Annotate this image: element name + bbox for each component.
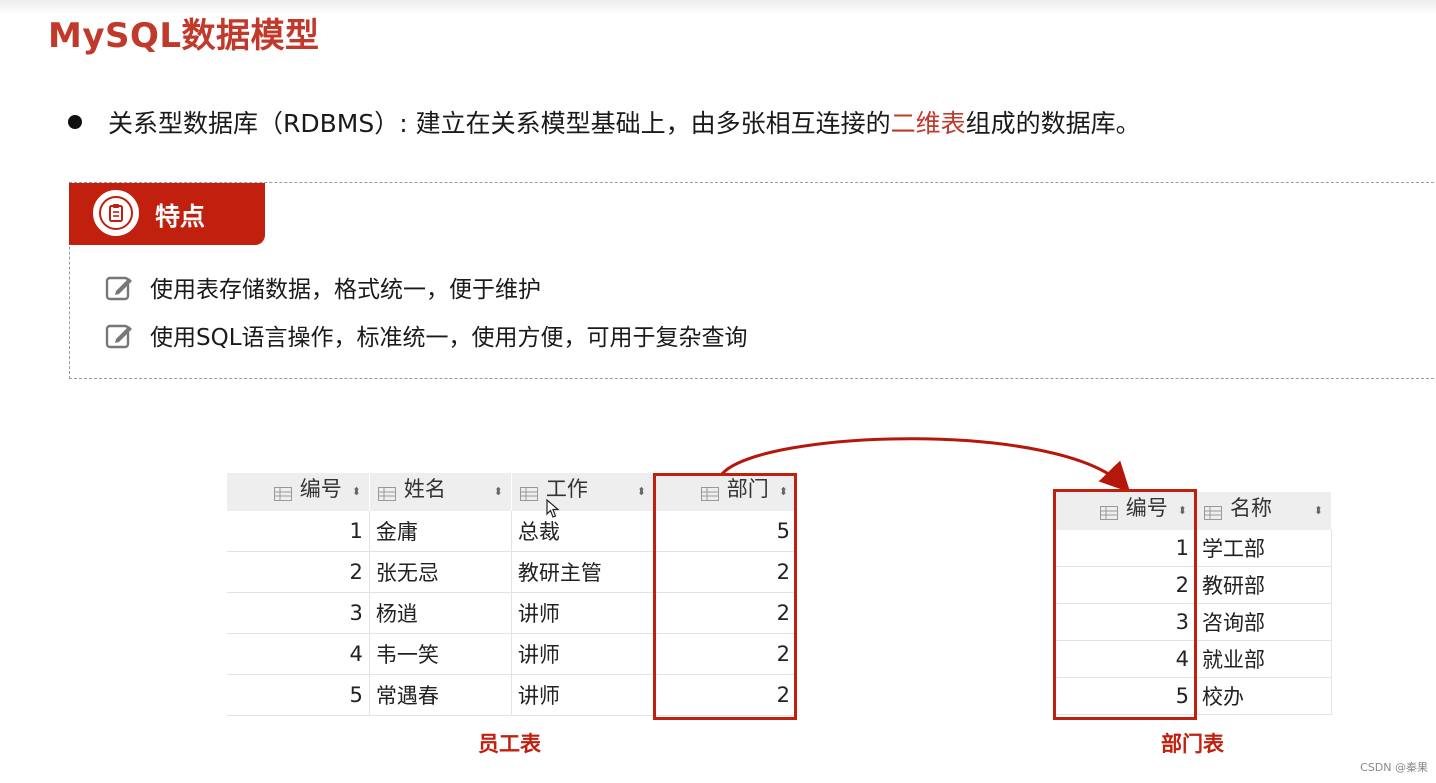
cell-id: 2 — [227, 551, 370, 593]
watermark: CSDN @秦果 — [1360, 761, 1428, 774]
column-header[interactable]: 姓名 ⬍ — [369, 473, 512, 511]
cursor-icon — [546, 499, 560, 518]
cell-name: 校办 — [1195, 677, 1333, 715]
dept-id-highlight — [1053, 489, 1197, 720]
column-icon — [377, 482, 396, 501]
column-header-label: 姓名 — [403, 477, 446, 501]
sort-icon[interactable]: ⬍ — [352, 473, 361, 511]
column-header[interactable]: 名称 ⬍ — [1195, 492, 1333, 530]
column-icon — [273, 482, 292, 501]
column-icon — [1203, 501, 1222, 520]
sort-icon[interactable]: ⬍ — [494, 473, 503, 511]
column-header[interactable]: 工作 ⬍ — [511, 473, 656, 511]
dept-column-highlight — [653, 473, 797, 720]
cell-name: 就业部 — [1195, 640, 1333, 678]
cell-job: 讲师 — [511, 592, 656, 634]
cell-id: 3 — [227, 592, 370, 634]
cell-name: 韦一笑 — [369, 633, 512, 675]
column-header[interactable]: 编号 ⬍ — [227, 473, 370, 511]
cell-name: 张无忌 — [369, 551, 512, 593]
cell-name: 咨询部 — [1195, 603, 1333, 641]
cell-name: 学工部 — [1195, 530, 1333, 567]
column-header-label: 编号 — [299, 477, 342, 501]
sort-icon[interactable]: ⬍ — [637, 473, 646, 511]
column-header-label: 名称 — [1229, 496, 1272, 520]
cell-job: 讲师 — [511, 633, 656, 675]
column-icon — [519, 482, 538, 501]
cell-name: 杨逍 — [369, 592, 512, 634]
cell-job: 讲师 — [511, 674, 656, 716]
cell-name: 教研部 — [1195, 566, 1333, 604]
cell-id: 5 — [227, 674, 370, 716]
employee-table-caption: 员工表 — [478, 732, 541, 756]
department-table-caption: 部门表 — [1161, 732, 1224, 756]
column-header-label: 工作 — [545, 477, 588, 501]
cell-job: 教研主管 — [511, 551, 656, 593]
cell-name: 常遇春 — [369, 674, 512, 716]
cell-id: 1 — [227, 511, 370, 552]
cell-job: 总裁 — [511, 511, 656, 552]
cell-id: 4 — [227, 633, 370, 675]
cell-name: 金庸 — [369, 511, 512, 552]
sort-icon[interactable]: ⬍ — [1314, 492, 1323, 530]
